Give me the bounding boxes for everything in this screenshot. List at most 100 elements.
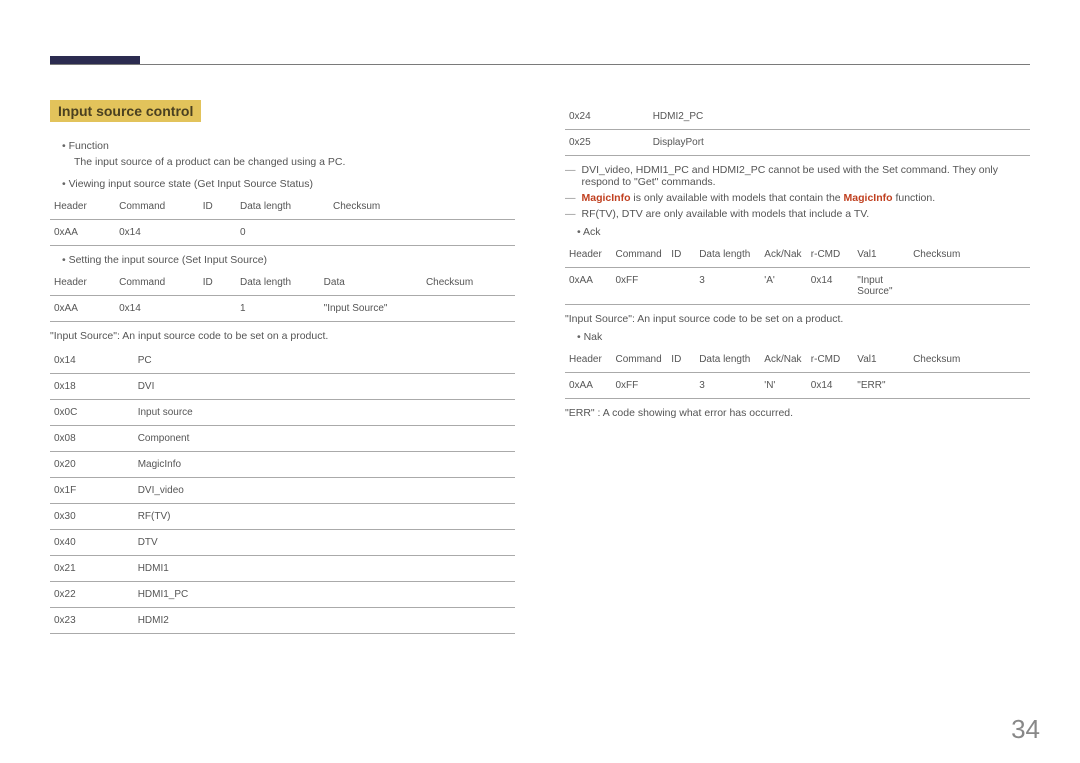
th: Command bbox=[115, 270, 199, 296]
view-label: Viewing input source state (Get Input So… bbox=[62, 178, 515, 190]
td: 0x14 bbox=[115, 220, 199, 246]
td: 'N' bbox=[760, 373, 807, 399]
th: Header bbox=[565, 242, 612, 268]
td: 3 bbox=[695, 268, 760, 305]
th: r-CMD bbox=[807, 347, 854, 373]
table-row: 0x22HDMI1_PC bbox=[50, 582, 515, 608]
td: 0xFF bbox=[612, 373, 668, 399]
th: ID bbox=[199, 194, 236, 220]
th: r-CMD bbox=[807, 242, 854, 268]
th: Checksum bbox=[422, 270, 515, 296]
td: 0x21 bbox=[50, 556, 134, 582]
th: Ack/Nak bbox=[760, 347, 807, 373]
td bbox=[667, 373, 695, 399]
note-magicinfo: MagicInfo is only available with models … bbox=[565, 192, 1030, 204]
nak-label: Nak bbox=[577, 331, 1030, 343]
table-row: 0x30RF(TV) bbox=[50, 504, 515, 530]
section-title: Input source control bbox=[50, 100, 201, 122]
td: 0xAA bbox=[50, 220, 115, 246]
td: 0x18 bbox=[50, 374, 134, 400]
codes-table-left: 0x14PC0x18DVI0x0CInput source0x08Compone… bbox=[50, 348, 515, 634]
td: 0x14 bbox=[50, 348, 134, 374]
td: HDMI2_PC bbox=[649, 104, 1030, 130]
table-row: 0x18DVI bbox=[50, 374, 515, 400]
table-row: 0x1FDVI_video bbox=[50, 478, 515, 504]
err-caption: "ERR" : A code showing what error has oc… bbox=[565, 407, 1030, 419]
td: 0x14 bbox=[807, 373, 854, 399]
table-row: 0x14PC bbox=[50, 348, 515, 374]
td: HDMI1 bbox=[134, 556, 515, 582]
td: "Input Source" bbox=[320, 296, 422, 322]
td: 0x40 bbox=[50, 530, 134, 556]
table-row: 0x40DTV bbox=[50, 530, 515, 556]
td: DVI_video bbox=[134, 478, 515, 504]
td: 0x30 bbox=[50, 504, 134, 530]
ack-label: Ack bbox=[577, 226, 1030, 238]
td: 0xAA bbox=[565, 373, 612, 399]
td: DTV bbox=[134, 530, 515, 556]
td: "Input Source" bbox=[853, 268, 909, 305]
td: HDMI1_PC bbox=[134, 582, 515, 608]
td: 0 bbox=[236, 220, 329, 246]
td bbox=[199, 220, 236, 246]
table-row: 0x23HDMI2 bbox=[50, 608, 515, 634]
get-table: Header Command ID Data length Checksum 0… bbox=[50, 194, 515, 246]
td: RF(TV) bbox=[134, 504, 515, 530]
page: Input source control Function The input … bbox=[0, 0, 1080, 763]
td: DVI bbox=[134, 374, 515, 400]
th: ID bbox=[667, 347, 695, 373]
td: 0x22 bbox=[50, 582, 134, 608]
note-rftv: RF(TV), DTV are only available with mode… bbox=[565, 208, 1030, 220]
function-label: Function bbox=[62, 140, 515, 152]
th: Header bbox=[565, 347, 612, 373]
td bbox=[909, 373, 1030, 399]
header-accent-bar bbox=[50, 56, 140, 64]
td: HDMI2 bbox=[134, 608, 515, 634]
th: Checksum bbox=[329, 194, 515, 220]
td: PC bbox=[134, 348, 515, 374]
th: Data length bbox=[695, 347, 760, 373]
th: Command bbox=[115, 194, 199, 220]
td bbox=[667, 268, 695, 305]
td: DisplayPort bbox=[649, 130, 1030, 156]
content-columns: Input source control Function The input … bbox=[50, 100, 1030, 642]
td: "ERR" bbox=[853, 373, 909, 399]
th: Val1 bbox=[853, 242, 909, 268]
set-label: Setting the input source (Set Input Sour… bbox=[62, 254, 515, 266]
th: Data bbox=[320, 270, 422, 296]
nak-table: Header Command ID Data length Ack/Nak r-… bbox=[565, 347, 1030, 399]
td: Input source bbox=[134, 400, 515, 426]
th: Ack/Nak bbox=[760, 242, 807, 268]
th: Data length bbox=[236, 270, 320, 296]
page-number: 34 bbox=[1011, 714, 1040, 745]
header-rule bbox=[50, 64, 1030, 65]
left-column: Input source control Function The input … bbox=[50, 100, 515, 642]
function-desc: The input source of a product can be cha… bbox=[74, 156, 515, 168]
table-row: 0x24HDMI2_PC bbox=[565, 104, 1030, 130]
codes-caption: "Input Source": An input source code to … bbox=[50, 330, 515, 342]
td bbox=[199, 296, 236, 322]
magicinfo-term: MagicInfo bbox=[582, 192, 631, 204]
td: 'A' bbox=[760, 268, 807, 305]
td: 0x24 bbox=[565, 104, 649, 130]
th: ID bbox=[199, 270, 236, 296]
td: 0xAA bbox=[50, 296, 115, 322]
set-table: Header Command ID Data length Data Check… bbox=[50, 270, 515, 322]
td bbox=[329, 220, 515, 246]
th: Val1 bbox=[853, 347, 909, 373]
th: Data length bbox=[236, 194, 329, 220]
magicinfo-term: MagicInfo bbox=[844, 192, 893, 204]
td: 0x23 bbox=[50, 608, 134, 634]
td: 3 bbox=[695, 373, 760, 399]
td: Component bbox=[134, 426, 515, 452]
table-row: 0x20MagicInfo bbox=[50, 452, 515, 478]
td: 0x14 bbox=[807, 268, 854, 305]
td: MagicInfo bbox=[134, 452, 515, 478]
td: 0xAA bbox=[565, 268, 612, 305]
table-row: 0x21HDMI1 bbox=[50, 556, 515, 582]
td: 0x08 bbox=[50, 426, 134, 452]
td: 0x1F bbox=[50, 478, 134, 504]
td: 1 bbox=[236, 296, 320, 322]
th: Header bbox=[50, 270, 115, 296]
th: ID bbox=[667, 242, 695, 268]
